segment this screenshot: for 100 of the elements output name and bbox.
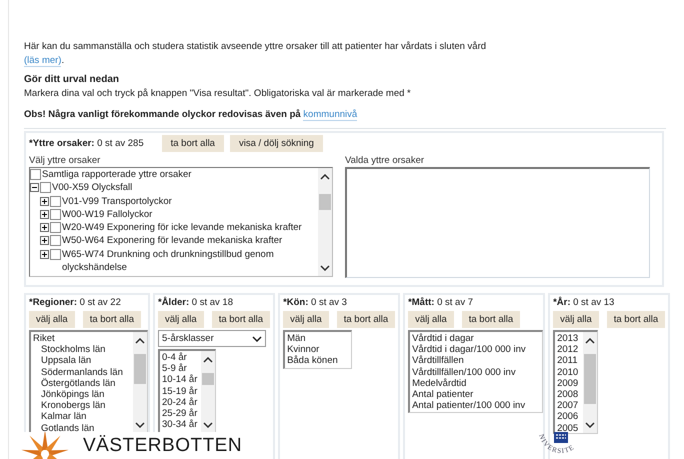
checkbox[interactable] bbox=[50, 248, 61, 260]
filter-label: *År: 0 st av 13 bbox=[553, 297, 614, 309]
instruction-text: Markera dina val och tryck på knappen "Visa resultat". Obligatoriska val är markerade med * bbox=[24, 87, 412, 101]
list-option[interactable]: Båda könen bbox=[287, 355, 338, 367]
list-option[interactable]: Kalmar län bbox=[33, 411, 131, 423]
list-option[interactable]: Jönköpings län bbox=[33, 389, 131, 400]
collapse-icon[interactable] bbox=[30, 183, 39, 192]
tree-item[interactable]: V00-X59 Olycksfall bbox=[52, 181, 318, 195]
list-option[interactable]: 2011 bbox=[557, 355, 582, 367]
list-option[interactable]: Vårdtid i dagar/100 000 inv bbox=[412, 344, 526, 356]
expand-icon[interactable] bbox=[40, 196, 49, 206]
tree-item[interactable]: Samtliga rapporterade yttre orsaker bbox=[42, 168, 318, 182]
list-label: Välj yttre orsaker bbox=[29, 154, 102, 167]
action-button[interactable]: välj alla bbox=[283, 311, 329, 328]
filter-label: *Kön: 0 st av 3 bbox=[283, 297, 347, 309]
action-button[interactable]: ta bort alla bbox=[606, 311, 666, 328]
list-option[interactable]: Södermanlands län bbox=[33, 366, 131, 378]
expand-icon[interactable] bbox=[40, 210, 49, 219]
list-option[interactable]: Stockholms län bbox=[33, 344, 131, 356]
checkbox[interactable] bbox=[40, 182, 51, 194]
action-button[interactable]: ta bort alla bbox=[162, 135, 224, 152]
list-option[interactable]: 5-9 år bbox=[162, 363, 199, 374]
list-option[interactable]: 2007 bbox=[557, 400, 582, 412]
action-button[interactable]: ta bort alla bbox=[212, 311, 270, 328]
municipality-link[interactable]: kommunnivå bbox=[303, 109, 358, 121]
scroll-up-icon bbox=[585, 338, 596, 344]
list-option[interactable]: Vårdtillfällen/100 000 inv bbox=[412, 366, 526, 378]
list-option[interactable]: Vårdtillfällen bbox=[412, 355, 526, 367]
scrollbar[interactable] bbox=[318, 168, 332, 276]
list-option[interactable]: Uppsala län bbox=[33, 355, 131, 367]
list-box[interactable]: 0-4 år 5-9 år 10-14 år 15-19 år 20-24 år 25-29 år 30-34 år bbox=[158, 349, 216, 434]
action-button[interactable]: välj alla bbox=[29, 311, 75, 328]
list-option[interactable]: Antal patienter/100 000 inv bbox=[412, 400, 526, 412]
list-option[interactable]: Kvinnor bbox=[287, 344, 338, 356]
dropdown[interactable]: 5-årsklasser bbox=[158, 330, 266, 347]
list-option[interactable]: Antal patienter bbox=[412, 389, 526, 400]
list-option[interactable]: 30-34 år bbox=[162, 419, 199, 430]
action-button[interactable]: ta bort alla bbox=[462, 311, 520, 328]
tree-item[interactable]: V01-V99 Transportolyckor bbox=[62, 194, 318, 208]
list-option[interactable]: 2012 bbox=[557, 344, 582, 356]
scroll-thumb[interactable] bbox=[584, 354, 596, 404]
checkbox[interactable] bbox=[30, 169, 41, 180]
list-option[interactable]: 2013 bbox=[557, 333, 582, 344]
checkbox[interactable] bbox=[50, 208, 61, 220]
list-option[interactable]: 25-29 år bbox=[162, 408, 199, 420]
action-button[interactable]: ta bort alla bbox=[336, 311, 396, 328]
list-option[interactable]: 2008 bbox=[557, 389, 582, 400]
list-option[interactable]: 15-19 år bbox=[162, 386, 199, 397]
scroll-down-icon bbox=[320, 265, 330, 271]
scroll-up-icon bbox=[320, 174, 330, 180]
list-option[interactable]: Gotlands län bbox=[33, 422, 131, 433]
action-button[interactable]: välj alla bbox=[158, 311, 204, 328]
scroll-thumb[interactable] bbox=[134, 354, 146, 384]
expand-icon[interactable] bbox=[40, 236, 49, 246]
filter-label: *Mått: 0 st av 7 bbox=[408, 297, 474, 309]
tree-item[interactable]: W00-W19 Fallolyckor bbox=[62, 208, 318, 222]
chevron-down-icon bbox=[252, 336, 262, 342]
list-option[interactable]: Medelvårdtid bbox=[412, 378, 526, 390]
list-box[interactable]: 2013 2012 2011 2010 2009 2008 2007 2006 2005 bbox=[553, 330, 598, 434]
checkbox[interactable] bbox=[50, 235, 61, 246]
action-button[interactable]: välj alla bbox=[553, 311, 599, 328]
list-option[interactable]: 2009 bbox=[557, 378, 582, 390]
action-button[interactable]: visa / dölj sökning bbox=[230, 135, 323, 152]
list-box[interactable]: Män Kvinnor Båda könen bbox=[283, 330, 352, 369]
list-option[interactable]: 2005 bbox=[557, 422, 582, 433]
list-option[interactable]: Riket bbox=[33, 333, 131, 344]
scroll-up-icon bbox=[203, 357, 213, 363]
list-box[interactable]: Riket Stockholms län Uppsala län Södermanlands län Östergötlands län Jönköpings län Kronobergs län Kalmar län Gotlands län bbox=[29, 330, 148, 434]
list-option[interactable]: 10-14 år bbox=[162, 374, 199, 386]
scroll-thumb[interactable] bbox=[202, 373, 214, 385]
read-more-link[interactable]: (läs mer) bbox=[24, 55, 62, 67]
scroll-up-icon bbox=[135, 338, 145, 344]
scroll-down-icon bbox=[135, 422, 145, 428]
list-option[interactable]: 2006 bbox=[557, 411, 582, 423]
list-option[interactable]: 2010 bbox=[557, 366, 582, 378]
tree-item[interactable]: W20-W49 Exponering för icke levande mekaniska krafter bbox=[62, 221, 318, 234]
scrollbar[interactable] bbox=[201, 351, 215, 433]
action-button[interactable]: välj alla bbox=[408, 311, 454, 328]
list-option[interactable]: 0-4 år bbox=[162, 352, 199, 364]
list-option[interactable]: 20-24 år bbox=[162, 396, 199, 408]
expand-icon[interactable] bbox=[40, 250, 49, 259]
list-option[interactable]: Vårdtid i dagar bbox=[412, 333, 526, 344]
scroll-down-icon bbox=[585, 422, 596, 428]
scrollbar[interactable] bbox=[583, 332, 598, 433]
intro-text: Här kan du sammanställa och studera statistik avseende yttre orsaker till att patienter har vårdats i sluten vård (läs mer). bbox=[24, 40, 488, 68]
expand-icon[interactable] bbox=[40, 223, 49, 232]
tree-item[interactable]: W65-W74 Drunkning och drunkningstillbud genom olyckshändelse bbox=[62, 248, 318, 274]
checkbox[interactable] bbox=[50, 222, 61, 234]
list-option[interactable]: Män bbox=[287, 333, 338, 344]
scroll-down-icon bbox=[203, 422, 213, 428]
tree-item[interactable]: W50-W64 Exponering för levande mekaniska krafter bbox=[62, 234, 318, 248]
list-box[interactable]: Vårdtid i dagar Vårdtid i dagar/100 000 inv Vårdtillfällen Vårdtillfällen/100 000 inv Medelvårdtid Antal patienter Antal patienter/100 000 inv bbox=[408, 330, 544, 414]
scrollbar[interactable] bbox=[133, 332, 147, 433]
section-heading: Gör ditt urval nedan bbox=[24, 73, 120, 87]
action-button[interactable]: ta bort alla bbox=[82, 311, 142, 328]
scroll-thumb[interactable] bbox=[319, 194, 331, 210]
list-option[interactable]: Kronobergs län bbox=[33, 400, 131, 412]
list-option[interactable]: Östergötlands län bbox=[33, 378, 131, 390]
checkbox[interactable] bbox=[50, 196, 61, 207]
filter-label: *Regioner: 0 st av 22 bbox=[29, 297, 121, 309]
